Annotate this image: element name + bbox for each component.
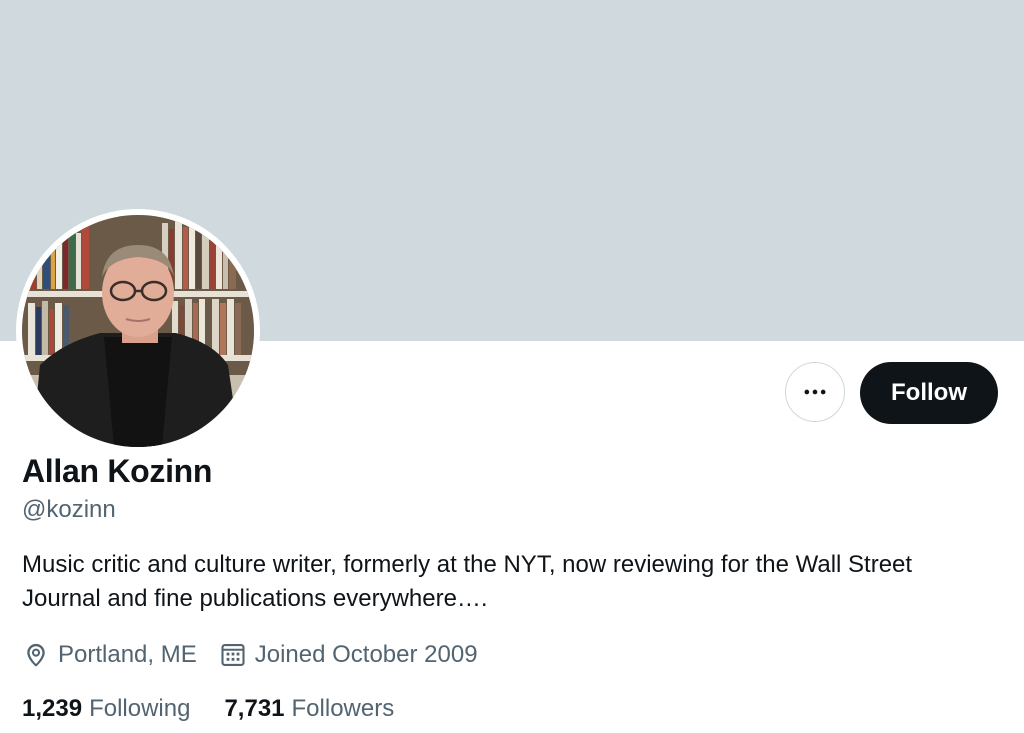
avatar[interactable] bbox=[16, 209, 260, 453]
profile-handle: @kozinn bbox=[22, 496, 116, 523]
more-horizontal-icon bbox=[804, 389, 826, 395]
calendar-icon bbox=[221, 644, 245, 666]
following-link[interactable]: 1,239 Following bbox=[22, 695, 190, 723]
profile-display-name: Allan Kozinn bbox=[22, 453, 213, 489]
location-item: Portland, ME bbox=[22, 641, 197, 669]
followers-label: Followers bbox=[291, 695, 395, 722]
location-pin-icon bbox=[27, 643, 45, 667]
following-label: Following bbox=[89, 695, 191, 722]
followers-count: 7,731 bbox=[224, 695, 285, 722]
profile-stats: 1,239 Following 7,731 Followers bbox=[22, 692, 428, 726]
following-count: 1,239 bbox=[22, 695, 83, 722]
more-options-button[interactable] bbox=[785, 362, 845, 422]
bio-line: Journal and fine publications everywhere… bbox=[22, 585, 488, 612]
location-text: Portland, ME bbox=[58, 641, 197, 668]
followers-link[interactable]: 7,731 Followers bbox=[224, 695, 394, 723]
joined-item: Joined October 2009 bbox=[219, 641, 478, 669]
bio-line: Music critic and culture writer, formerl… bbox=[22, 551, 913, 578]
joined-text: Joined October 2009 bbox=[254, 641, 478, 668]
profile-meta: Portland, ME Joined October 2009 bbox=[22, 638, 500, 672]
follow-button[interactable]: Follow bbox=[860, 362, 998, 424]
avatar-photo bbox=[22, 215, 254, 447]
profile-bio: Music critic and culture writer, formerl… bbox=[22, 548, 1012, 616]
